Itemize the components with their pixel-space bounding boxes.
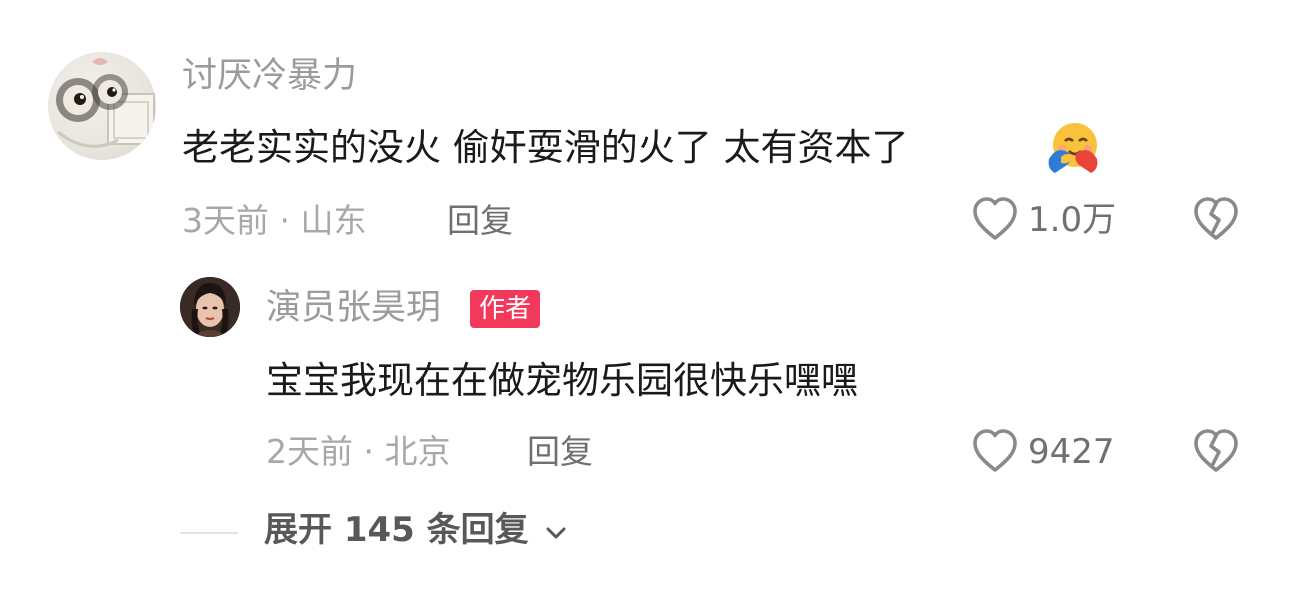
reply-text: 宝宝我现在在做宠物乐园很快乐嘿嘿: [266, 359, 858, 402]
heart-outline-icon[interactable]: [971, 196, 1019, 242]
comment-text-body: 老老实实的没火 偷奸耍滑的火了 太有资本了: [182, 126, 909, 169]
reply-username[interactable]: 演员张昊玥: [266, 291, 441, 326]
avatar[interactable]: [48, 52, 156, 160]
heart-outline-icon[interactable]: [971, 428, 1019, 474]
like-count: 1.0万: [1028, 200, 1117, 240]
reply-reply-button[interactable]: 回复: [527, 435, 593, 468]
hugging-face-emoji-icon: [1045, 119, 1101, 175]
author-badge: 作者: [470, 290, 541, 328]
broken-heart-icon[interactable]: [1192, 428, 1240, 474]
reply-like-count: 9427: [1028, 432, 1115, 472]
reply-avatar[interactable]: [180, 277, 240, 337]
comment-meta: 3天前 · 山东: [182, 201, 367, 240]
avatar-image: [56, 58, 155, 148]
broken-heart-icon[interactable]: [1192, 196, 1240, 242]
comment-text: 老老实实的没火 偷奸耍滑的火了 太有资本了: [182, 129, 909, 166]
reply-button[interactable]: 回复: [447, 204, 513, 237]
reply-avatar-image: [180, 277, 240, 337]
comment-username[interactable]: 讨厌冷暴力: [182, 59, 357, 94]
chevron-down-icon[interactable]: [543, 520, 569, 546]
reply-meta: 2天前 · 北京: [266, 432, 451, 471]
expand-divider: [180, 532, 238, 534]
expand-replies-button[interactable]: 展开 145 条回复: [264, 513, 529, 547]
